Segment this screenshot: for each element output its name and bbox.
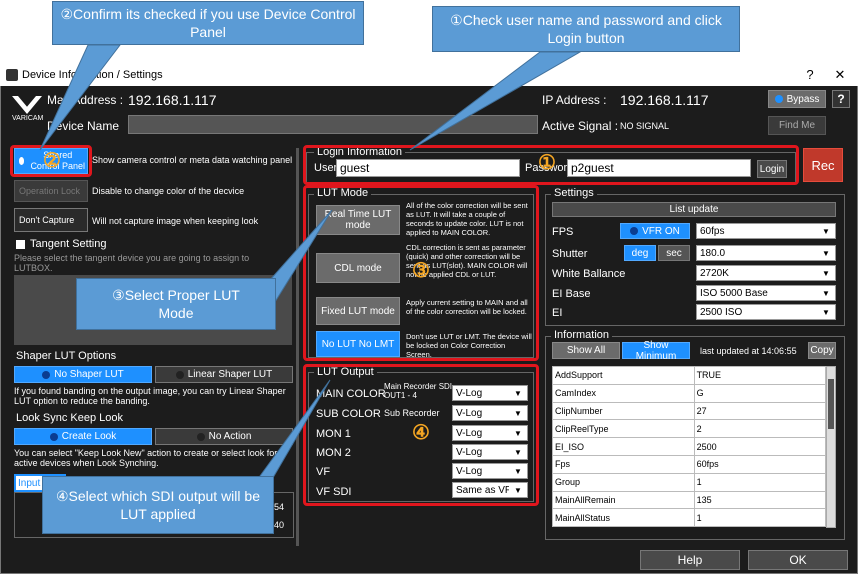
callout-3: ③Select Proper LUT Mode (76, 278, 276, 330)
callout-4: ④Select which SDI output will be LUT app… (42, 476, 274, 534)
callout-1: ①Check user name and password and click … (432, 6, 740, 52)
callout-2: ②Confirm its checked if you use Device C… (52, 1, 364, 45)
pointer-3 (269, 209, 333, 312)
pointer-1 (409, 51, 582, 151)
pointer-2 (39, 44, 122, 151)
